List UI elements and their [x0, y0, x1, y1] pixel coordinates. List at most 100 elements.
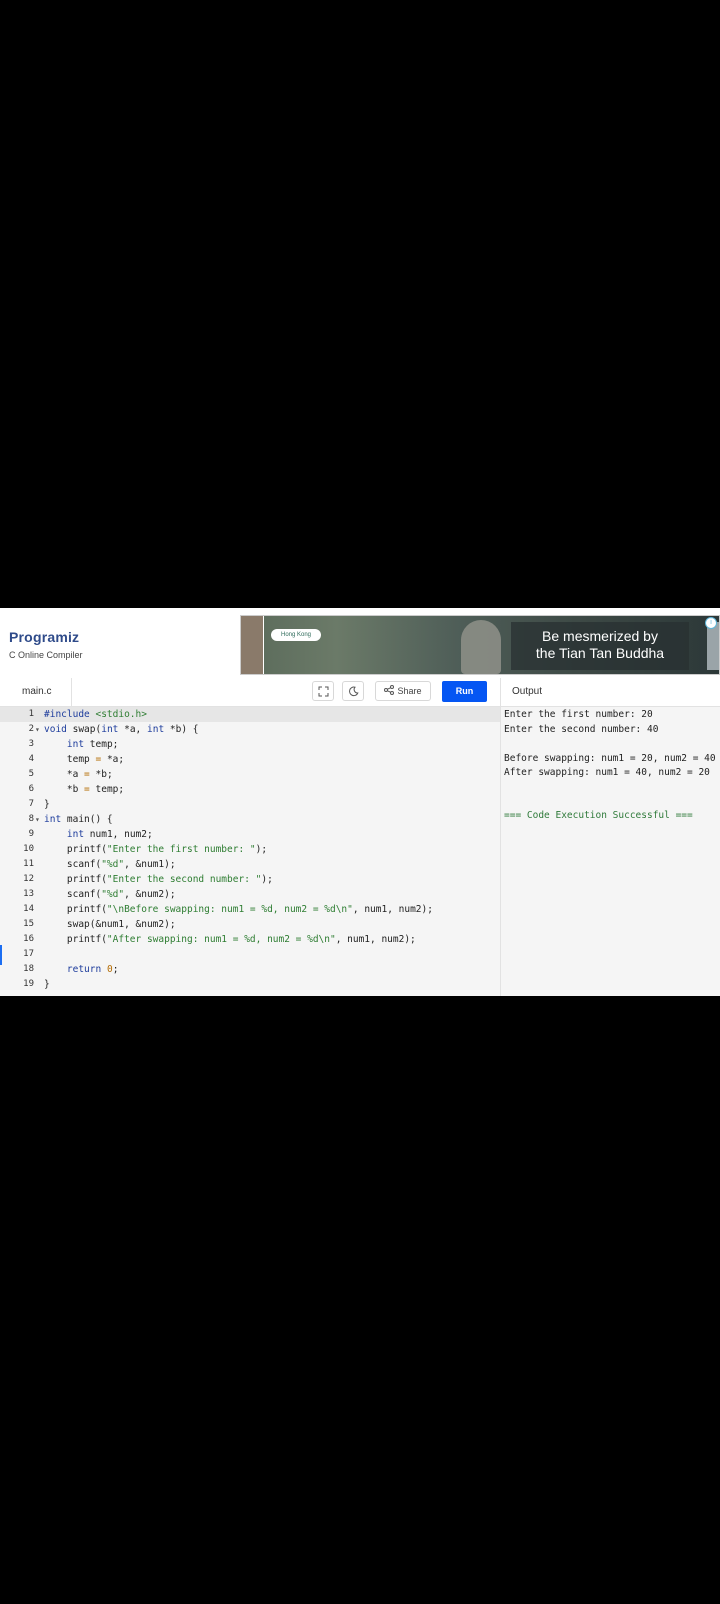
code-editor[interactable]: 1 #include <stdio.h> 2 ▾ void swap(int *…: [0, 707, 500, 996]
code-token: *a: [44, 769, 85, 780]
code-line-8[interactable]: 8 ▾ int main() {: [0, 812, 500, 827]
code-token: temp: [44, 754, 96, 765]
fullscreen-icon: [318, 686, 328, 697]
fold-arrow[interactable]: ▾: [35, 812, 43, 827]
code-token: scanf(: [44, 859, 102, 870]
ad-thumbnail: [241, 616, 264, 674]
fold-arrow[interactable]: ▾: [35, 722, 43, 737]
code-token: );: [261, 874, 273, 885]
code-token: *b;: [89, 769, 113, 780]
code-token: ;: [112, 964, 119, 975]
code-token: int: [66, 739, 85, 750]
ad-location-tag: Hong Kong: [271, 629, 321, 641]
code-token: int: [44, 814, 62, 825]
code-token: , num1, num2);: [352, 904, 433, 915]
code-token: }: [44, 979, 50, 990]
output-label: Output: [512, 686, 543, 697]
compiler-page: Programiz C Online Compiler Hong Kong Be…: [0, 608, 720, 996]
code-line-16[interactable]: 16 printf("After swapping: num1 = %d, nu…: [0, 932, 500, 947]
line-number: 3: [28, 739, 34, 749]
code-token: "%d": [101, 889, 125, 900]
moon-icon: [348, 686, 359, 697]
code-token: main() {: [61, 814, 113, 825]
code-token: *a;: [101, 754, 125, 765]
ad-line-2: the Tian Tan Buddha: [535, 645, 665, 661]
code-token: *b) {: [164, 724, 199, 735]
code-line-4[interactable]: 4 temp = *a;: [0, 752, 500, 767]
code-line-13[interactable]: 13 scanf("%d", &num2);: [0, 887, 500, 902]
code-line-18[interactable]: 18 return 0;: [0, 962, 500, 977]
line-number: 7: [28, 799, 34, 809]
code-line-12[interactable]: 12 printf("Enter the second number: ");: [0, 872, 500, 887]
line-number: 8: [28, 814, 34, 824]
code-line-7[interactable]: 7 }: [0, 797, 500, 812]
line-number: 5: [28, 769, 34, 779]
code-token: );: [255, 844, 268, 855]
programiz-logo[interactable]: Programiz: [9, 629, 79, 645]
code-line-11[interactable]: 11 scanf("%d", &num1);: [0, 857, 500, 872]
code-line-15[interactable]: 15 swap(&num1, &num2);: [0, 917, 500, 932]
code-line-19[interactable]: 19 }: [0, 977, 500, 992]
code-token: int: [147, 724, 165, 735]
output-line: After swapping: num1 = 40, num2 = 20: [504, 767, 710, 778]
line-number: 15: [23, 919, 34, 929]
code-line-1[interactable]: 1 #include <stdio.h>: [0, 707, 500, 722]
code-token: temp;: [89, 784, 125, 795]
line-number: 10: [23, 844, 34, 854]
line-number: 4: [28, 754, 34, 764]
code-token: *b: [44, 784, 85, 795]
line-number: 14: [23, 904, 34, 914]
code-line-17[interactable]: 17: [0, 947, 500, 962]
code-line-6[interactable]: 6 *b = temp;: [0, 782, 500, 797]
code-token: "After swapping: num1 = %d, num2 = %d\n": [106, 934, 336, 945]
output-line: Before swapping: num1 = 20, num2 = 40: [504, 753, 716, 764]
line-number: 9: [28, 829, 34, 839]
code-line-3[interactable]: 3 int temp;: [0, 737, 500, 752]
code-token: "%d": [101, 859, 125, 870]
code-token: printf(: [44, 934, 107, 945]
execution-status: === Code Execution Successful ===: [504, 810, 693, 821]
code-token: void: [44, 724, 67, 735]
line-number: 17: [23, 949, 34, 959]
line-number: 18: [23, 964, 34, 974]
code-line-5[interactable]: 5 *a = *b;: [0, 767, 500, 782]
code-token: #include: [44, 709, 90, 720]
code-token: "Enter the second number: ": [106, 874, 262, 885]
line-number: 13: [23, 889, 34, 899]
code-line-14[interactable]: 14 printf("\nBefore swapping: num1 = %d,…: [0, 902, 500, 917]
ad-line-1: Be mesmerized by: [542, 628, 658, 644]
header: Programiz C Online Compiler Hong Kong Be…: [0, 608, 720, 678]
toolbar: main.c Share Run Output: [0, 678, 720, 707]
fullscreen-button[interactable]: [312, 681, 334, 701]
theme-toggle-button[interactable]: [342, 681, 364, 701]
output-line: Enter the second number: 40: [504, 724, 659, 735]
ad-info-icon[interactable]: i: [705, 617, 717, 629]
code-token: "\nBefore swapping: num1 = %d, num2 = %d…: [106, 904, 353, 915]
run-button[interactable]: Run: [442, 681, 487, 702]
code-token: swap(: [66, 724, 102, 735]
buddha-image: [461, 620, 501, 674]
share-label: Share: [397, 686, 422, 696]
ad-banner[interactable]: Hong Kong Be mesmerized by the Tian Tan …: [240, 615, 720, 675]
line-number: 6: [28, 784, 34, 794]
code-token: printf(: [44, 844, 107, 855]
code-token: <stdio.h>: [89, 709, 147, 720]
code-line-2[interactable]: 2 ▾ void swap(int *a, int *b) {: [0, 722, 500, 737]
code-token: num1, num2;: [84, 829, 153, 840]
code-token: int: [66, 829, 85, 840]
line-number: 19: [23, 979, 34, 989]
page-subtitle: C Online Compiler: [9, 650, 83, 660]
code-token: int: [101, 724, 119, 735]
code-token: , num1, num2);: [335, 934, 416, 945]
code-line-10[interactable]: 10 printf("Enter the first number: ");: [0, 842, 500, 857]
tab-main-c[interactable]: main.c: [0, 678, 72, 706]
ad-next-slide: [707, 622, 719, 670]
share-button[interactable]: Share: [375, 681, 431, 701]
code-line-9[interactable]: 9 int num1, num2;: [0, 827, 500, 842]
code-token: scanf(: [44, 889, 102, 900]
code-token: printf(: [44, 904, 107, 915]
code-token: , &num2);: [124, 889, 176, 900]
